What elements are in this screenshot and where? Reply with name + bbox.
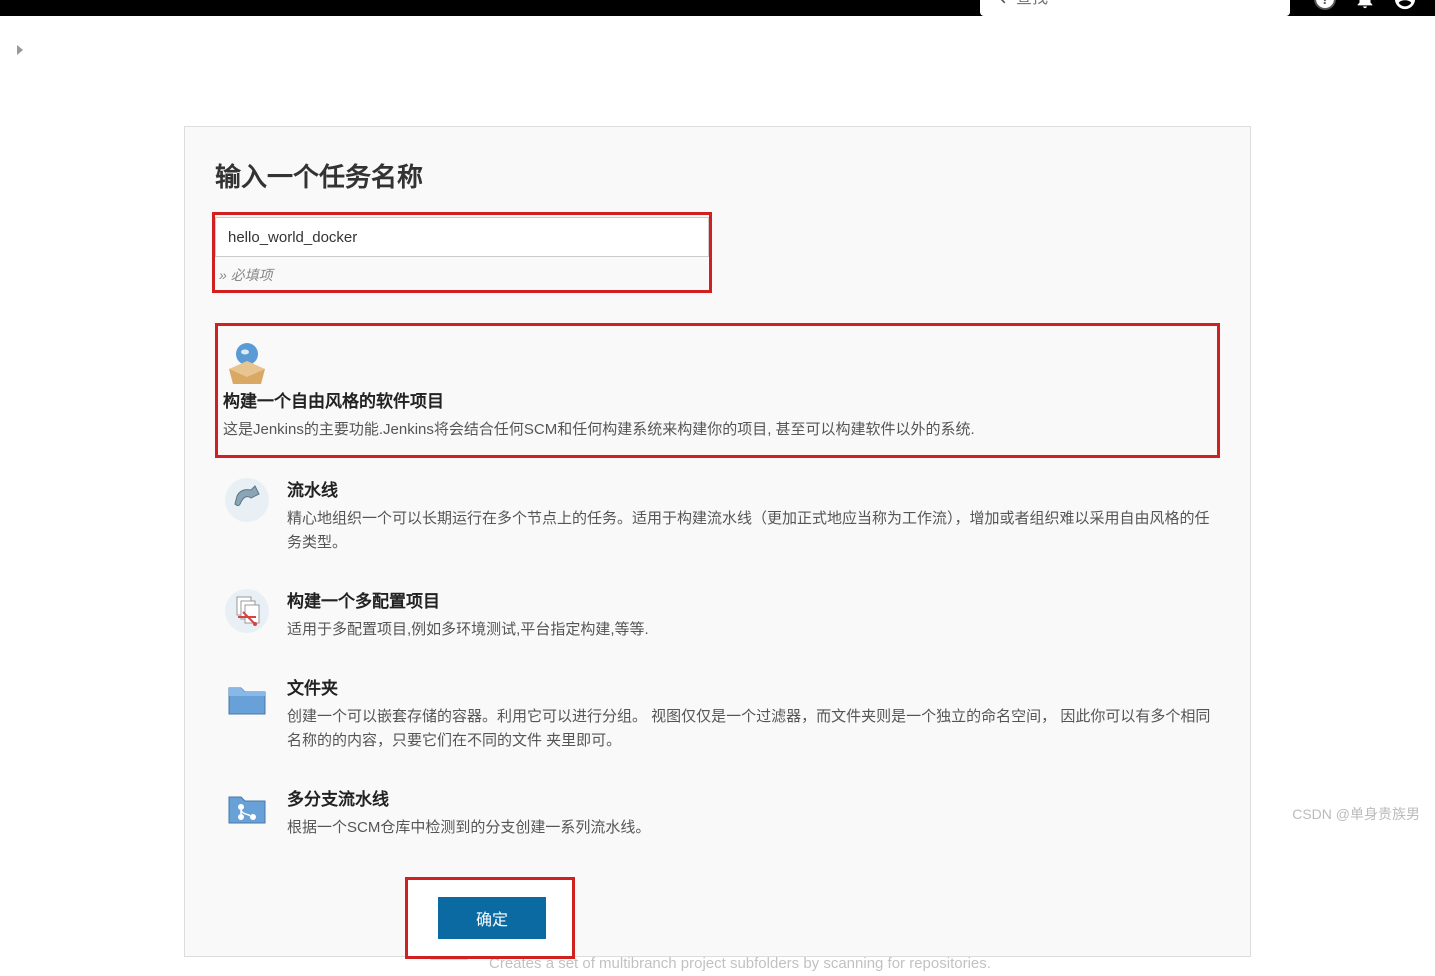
watermark: CSDN @单身贵族男 (1292, 804, 1420, 824)
item-desc: Creates a set of multibranch project sub… (489, 952, 1325, 976)
item-type-list: 构建一个自由风格的软件项目 这是Jenkins的主要功能.Jenkins将会结合… (215, 323, 1220, 856)
multibranch-icon (223, 785, 271, 833)
item-desc: 根据一个SCM仓库中检测到的分支创建一系列流水线。 (287, 816, 1212, 840)
main-panel: 输入一个任务名称 » 必填项 构建一个自由风格的软件项目 这是Jenkins的主… (184, 126, 1251, 957)
freestyle-icon (223, 339, 271, 387)
required-hint: » 必填项 (215, 265, 709, 285)
user-icon[interactable] (1391, 0, 1419, 13)
page-title: 输入一个任务名称 (215, 157, 1220, 194)
search-box[interactable] (980, 0, 1290, 16)
folder-icon (223, 674, 271, 722)
item-desc: 精心地组织一个可以长期运行在多个节点上的任务。适用于构建流水线（更加正式地应当称… (287, 507, 1212, 555)
pipeline-icon (223, 476, 271, 524)
item-title: 流水线 (287, 476, 1212, 501)
item-title: 文件夹 (287, 674, 1212, 699)
item-type-pipeline[interactable]: 流水线 精心地组织一个可以长期运行在多个节点上的任务。适用于构建流水线（更加正式… (215, 460, 1220, 571)
search-input[interactable] (1016, 0, 1246, 8)
item-desc: 创建一个可以嵌套存储的容器。利用它可以进行分组。 视图仅仅是一个过滤器，而文件夹… (287, 705, 1212, 753)
item-name-input[interactable] (215, 217, 709, 257)
item-title: 多分支流水线 (287, 785, 1212, 810)
item-title: XXXX夹 (489, 921, 1325, 946)
item-title: 构建一个多配置项目 (287, 587, 1212, 612)
notification-icon[interactable]: 2 (1351, 0, 1379, 13)
multiconfig-icon (223, 587, 271, 635)
item-type-folder[interactable]: 文件夹 创建一个可以嵌套存储的容器。利用它可以进行分组。 视图仅仅是一个过滤器，… (215, 658, 1220, 769)
item-desc: 适用于多配置项目,例如多环境测试,平台指定构建,等等. (287, 618, 1212, 642)
ok-section: 确定 (405, 877, 575, 959)
topbar: ? 2 (0, 0, 1435, 16)
item-type-multibranch[interactable]: 多分支流水线 根据一个SCM仓库中检测到的分支创建一系列流水线。 (215, 769, 1220, 856)
help-icon[interactable]: ? (1311, 0, 1339, 13)
item-type-multiconfig[interactable]: 构建一个多配置项目 适用于多配置项目,例如多环境测试,平台指定构建,等等. (215, 571, 1220, 658)
name-input-section: » 必填项 (212, 212, 712, 293)
search-icon (990, 0, 1008, 11)
ok-button[interactable]: 确定 (438, 897, 546, 939)
item-type-freestyle[interactable]: 构建一个自由风格的软件项目 这是Jenkins的主要功能.Jenkins将会结合… (215, 323, 1220, 458)
item-title: 构建一个自由风格的软件项目 (223, 387, 975, 412)
sidebar-toggle[interactable] (17, 45, 23, 55)
item-desc: 这是Jenkins的主要功能.Jenkins将会结合任何SCM和任何构建系统来构… (223, 418, 975, 442)
